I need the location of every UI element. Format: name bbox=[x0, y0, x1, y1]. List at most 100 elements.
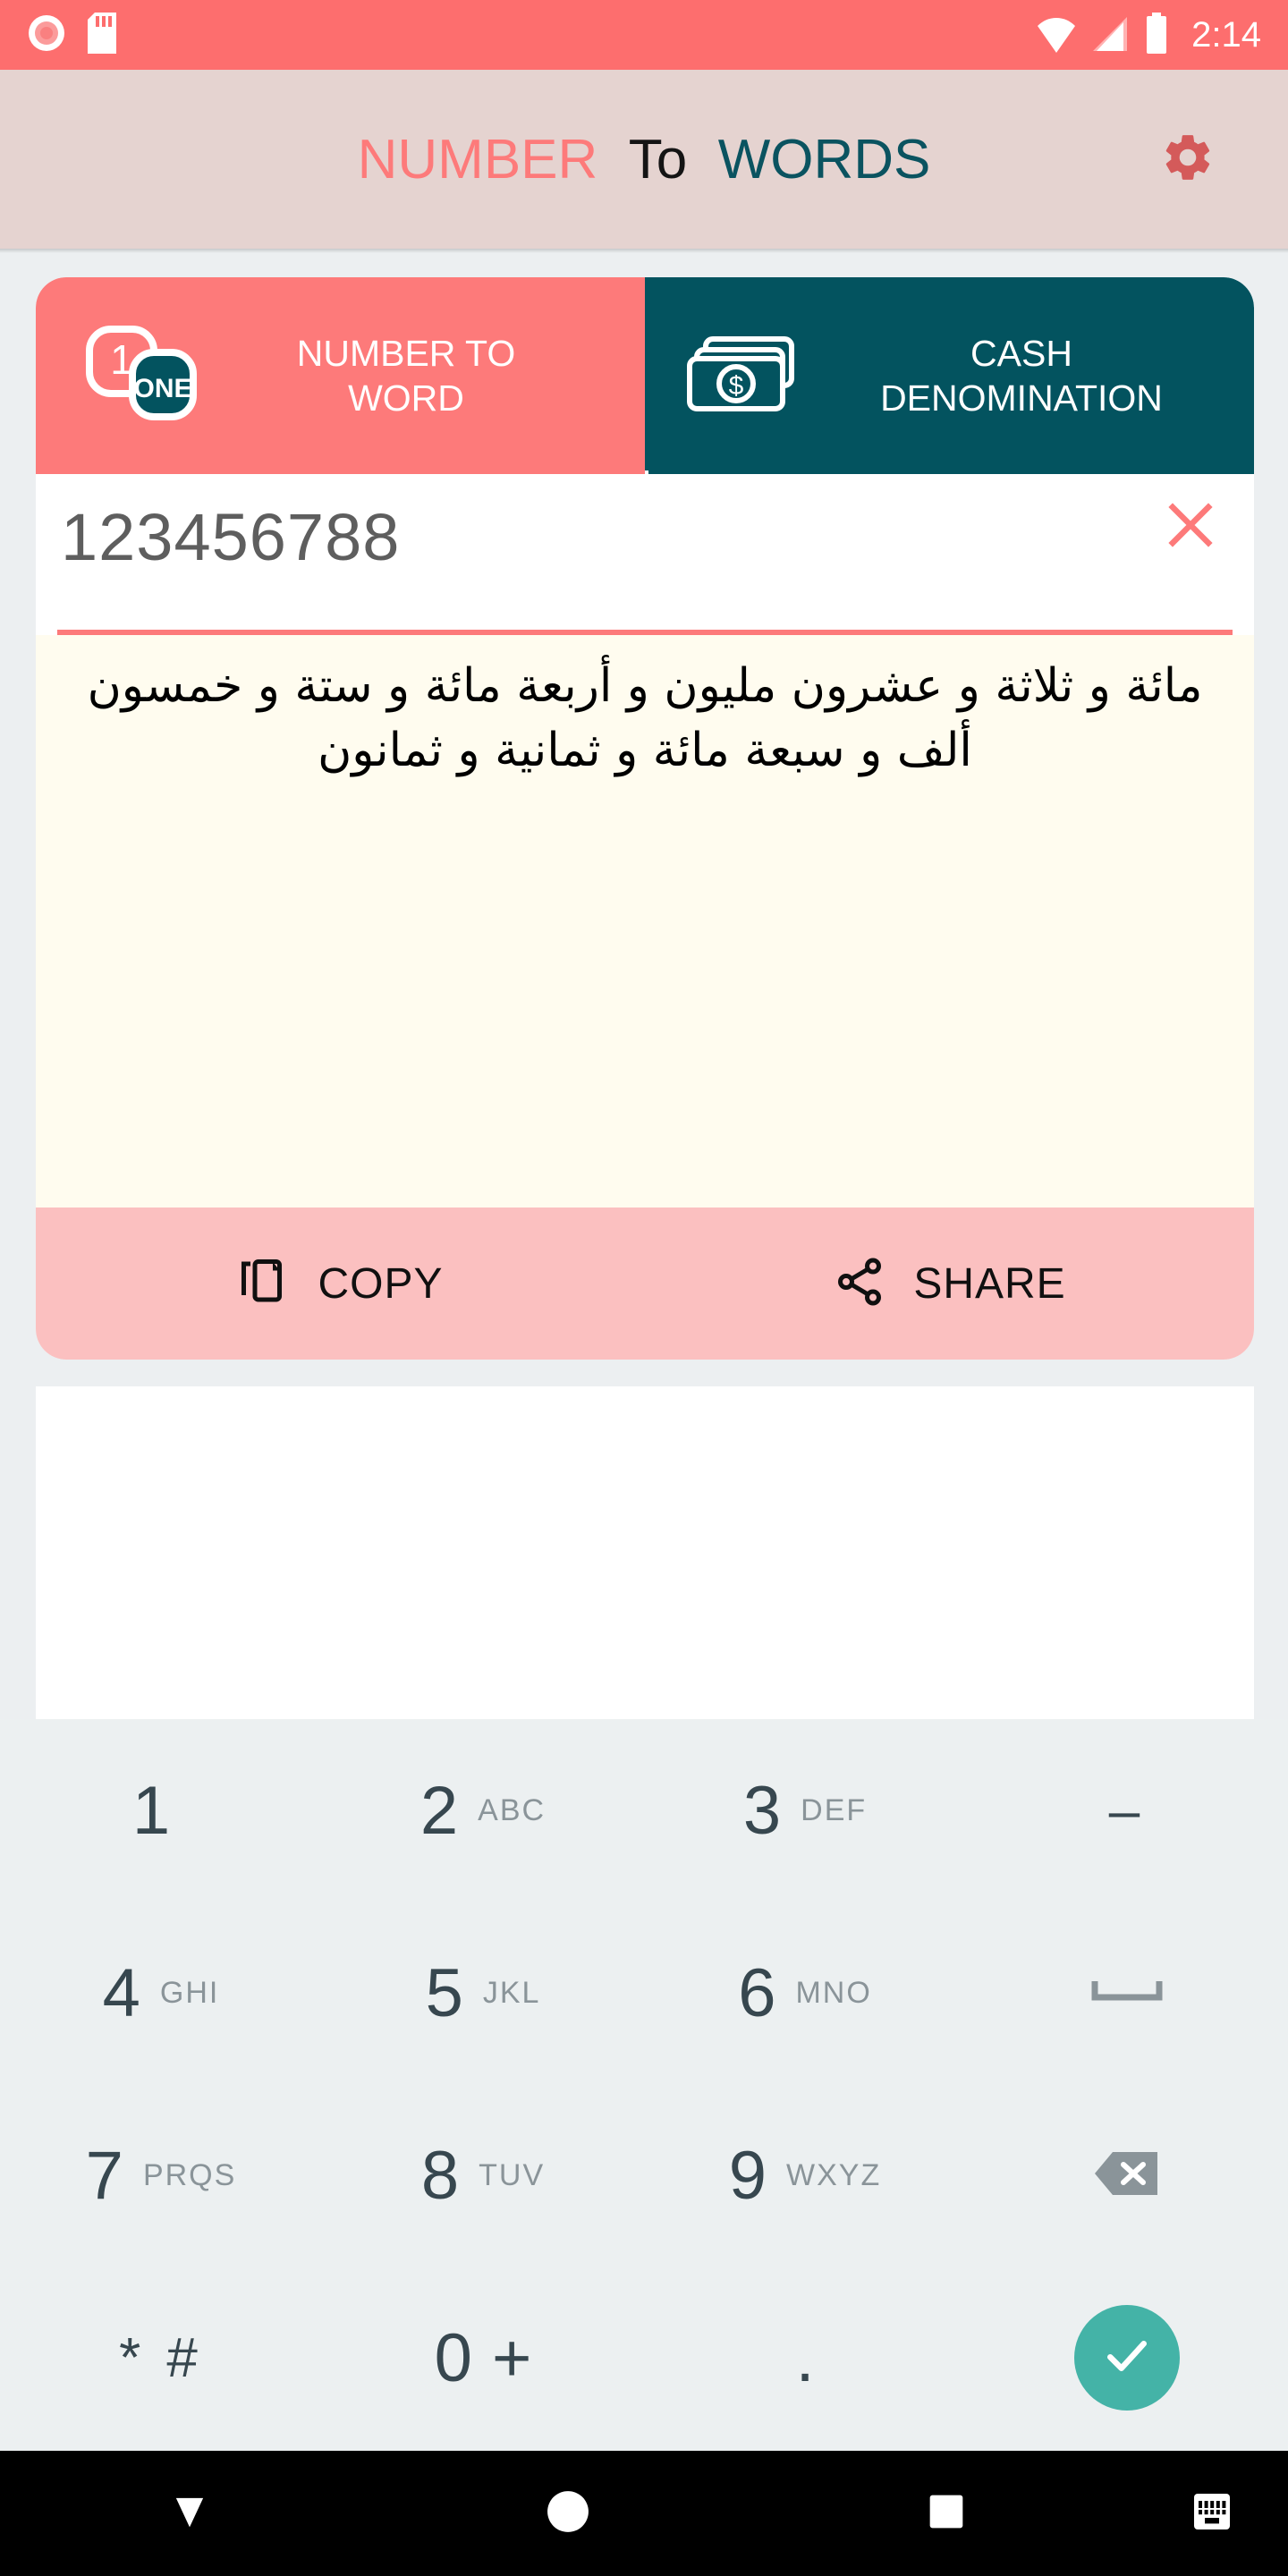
tab-bar: 1 ONE NUMBER TO WORD $ CASH DENOMINATION bbox=[36, 277, 1254, 486]
key-letters: MNO bbox=[795, 1975, 872, 2010]
key-letters: JKL bbox=[482, 1975, 541, 2010]
key-star-hash[interactable]: * # bbox=[0, 2267, 322, 2449]
sd-card-icon bbox=[88, 12, 116, 58]
key-3[interactable]: 3 DEF bbox=[644, 1719, 966, 1902]
key-letters: DEF bbox=[801, 1792, 868, 1827]
key-digit: 3 bbox=[742, 1772, 782, 1849]
number-input-area: 123456788 bbox=[36, 474, 1254, 635]
status-bar-clock: 2:14 bbox=[1191, 14, 1261, 55]
key-digit: 8 bbox=[420, 2137, 460, 2214]
title-words: WORDS bbox=[717, 128, 931, 191]
tab-label-line1: CASH bbox=[970, 332, 1072, 374]
tab-number-to-word[interactable]: 1 ONE NUMBER TO WORD bbox=[36, 277, 645, 474]
clear-button[interactable] bbox=[1157, 494, 1224, 560]
status-bar-left-icons bbox=[27, 12, 116, 58]
nav-recents-button[interactable] bbox=[758, 2492, 1136, 2536]
key-6[interactable]: 6 MNO bbox=[644, 1902, 966, 2084]
tab-label-line2: DENOMINATION bbox=[880, 377, 1163, 419]
tab-label-line1: NUMBER TO bbox=[296, 332, 516, 374]
keyboard-switch-icon bbox=[1191, 2490, 1233, 2538]
share-label: SHARE bbox=[913, 1259, 1066, 1308]
title-number: NUMBER bbox=[357, 128, 598, 191]
result-output-area: مائة و ثلاثة و عشرون مليون و أربعة مائة … bbox=[36, 635, 1254, 1208]
period-icon: . bbox=[795, 2319, 815, 2396]
backspace-icon bbox=[1093, 2148, 1161, 2203]
main-card: 1 ONE NUMBER TO WORD $ CASH DENOMINATION… bbox=[36, 277, 1254, 1360]
nav-home-button[interactable] bbox=[378, 2489, 757, 2538]
banknotes-icon: $ bbox=[686, 332, 802, 420]
key-letters: WXYZ bbox=[786, 2157, 882, 2192]
copy-label: COPY bbox=[318, 1259, 444, 1308]
key-9[interactable]: 9 WXYZ bbox=[644, 2084, 966, 2267]
share-button[interactable]: SHARE bbox=[645, 1208, 1254, 1360]
key-1[interactable]: 1 bbox=[0, 1719, 322, 1902]
key-space[interactable] bbox=[966, 1902, 1288, 2084]
key-4[interactable]: 4 GHI bbox=[0, 1902, 322, 2084]
copy-button[interactable]: COPY bbox=[36, 1208, 645, 1360]
key-digit: 9 bbox=[728, 2137, 767, 2214]
close-x-icon bbox=[1164, 498, 1217, 556]
key-letters: ABC bbox=[478, 1792, 547, 1827]
key-backspace[interactable] bbox=[966, 2084, 1288, 2267]
keyboard-row: * # 0 + . bbox=[0, 2267, 1288, 2449]
home-circle-icon bbox=[546, 2489, 590, 2538]
numeric-keyboard: 1 2 ABC 3 DEF – 4 GHI 5 JKL 6 MNO 7 PRQS… bbox=[0, 1719, 1288, 2451]
tab-cash-denomination[interactable]: $ CASH DENOMINATION bbox=[645, 277, 1254, 474]
action-bar: COPY SHARE bbox=[36, 1208, 1254, 1360]
app-bar: NUMBER To WORDS bbox=[0, 70, 1288, 249]
key-digit: 7 bbox=[85, 2137, 123, 2214]
tab-number-to-word-label: NUMBER TO WORD bbox=[227, 331, 585, 420]
copy-icon bbox=[237, 1255, 291, 1313]
battery-icon bbox=[1145, 12, 1168, 58]
svg-text:ONE: ONE bbox=[133, 374, 191, 403]
app-bar-shadow bbox=[0, 249, 1288, 253]
space-bar-icon bbox=[1091, 1978, 1163, 2009]
key-8[interactable]: 8 TUV bbox=[322, 2084, 644, 2267]
svg-text:$: $ bbox=[729, 371, 744, 401]
page-title: NUMBER To WORDS bbox=[0, 128, 1288, 191]
key-digit: 0 bbox=[434, 2319, 472, 2396]
keyboard-row: 4 GHI 5 JKL 6 MNO bbox=[0, 1902, 1288, 2084]
key-dash[interactable]: – bbox=[966, 1719, 1288, 1902]
key-period[interactable]: . bbox=[644, 2267, 966, 2449]
key-digit: 5 bbox=[425, 1954, 463, 2031]
cellular-signal-icon bbox=[1091, 13, 1131, 57]
number-input[interactable]: 123456788 bbox=[61, 499, 400, 575]
key-2[interactable]: 2 ABC bbox=[322, 1719, 644, 1902]
key-7[interactable]: 7 PRQS bbox=[0, 2084, 322, 2267]
key-digit: 4 bbox=[102, 1954, 140, 2031]
input-underline bbox=[57, 630, 1233, 635]
android-nav-bar bbox=[0, 2451, 1288, 2576]
key-letters: TUV bbox=[479, 2157, 546, 2192]
check-enter-icon bbox=[1100, 2329, 1154, 2387]
key-letters: PRQS bbox=[142, 2157, 237, 2192]
key-5[interactable]: 5 JKL bbox=[322, 1902, 644, 2084]
tab-cash-denomination-label: CASH DENOMINATION bbox=[829, 331, 1214, 420]
record-circle-icon bbox=[27, 13, 66, 57]
dash-icon: – bbox=[1108, 1779, 1146, 1842]
keyboard-row: 1 2 ABC 3 DEF – bbox=[0, 1719, 1288, 1902]
nav-back-button[interactable] bbox=[0, 2488, 378, 2539]
settings-button[interactable] bbox=[1152, 123, 1224, 195]
nav-keyboard-switch-button[interactable] bbox=[1136, 2490, 1288, 2538]
key-plus: + bbox=[491, 2319, 532, 2396]
tab-label-line2: WORD bbox=[348, 377, 464, 419]
status-bar: 2:14 bbox=[0, 0, 1288, 70]
key-enter[interactable] bbox=[966, 2267, 1288, 2449]
key-digit: 1 bbox=[131, 1772, 171, 1849]
star-hash-icon: * # bbox=[119, 2326, 203, 2389]
gear-icon bbox=[1160, 130, 1216, 190]
keyboard-row: 7 PRQS 8 TUV 9 WXYZ bbox=[0, 2084, 1288, 2267]
enter-confirm-button[interactable] bbox=[1074, 2305, 1180, 2411]
recents-square-icon bbox=[927, 2492, 966, 2536]
card-lower-fill bbox=[36, 1386, 1254, 1719]
key-0[interactable]: 0 + bbox=[322, 2267, 644, 2449]
key-digit: 2 bbox=[419, 1772, 459, 1849]
status-bar-right-icons: 2:14 bbox=[1036, 12, 1261, 58]
wifi-icon bbox=[1036, 13, 1077, 57]
one-number-badge-icon: 1 ONE bbox=[77, 320, 200, 432]
key-digit: 6 bbox=[738, 1954, 776, 2031]
keyboard-dismiss-down-icon bbox=[166, 2488, 213, 2539]
result-text: مائة و ثلاثة و عشرون مليون و أربعة مائة … bbox=[87, 659, 1203, 777]
title-to: To bbox=[628, 128, 688, 191]
